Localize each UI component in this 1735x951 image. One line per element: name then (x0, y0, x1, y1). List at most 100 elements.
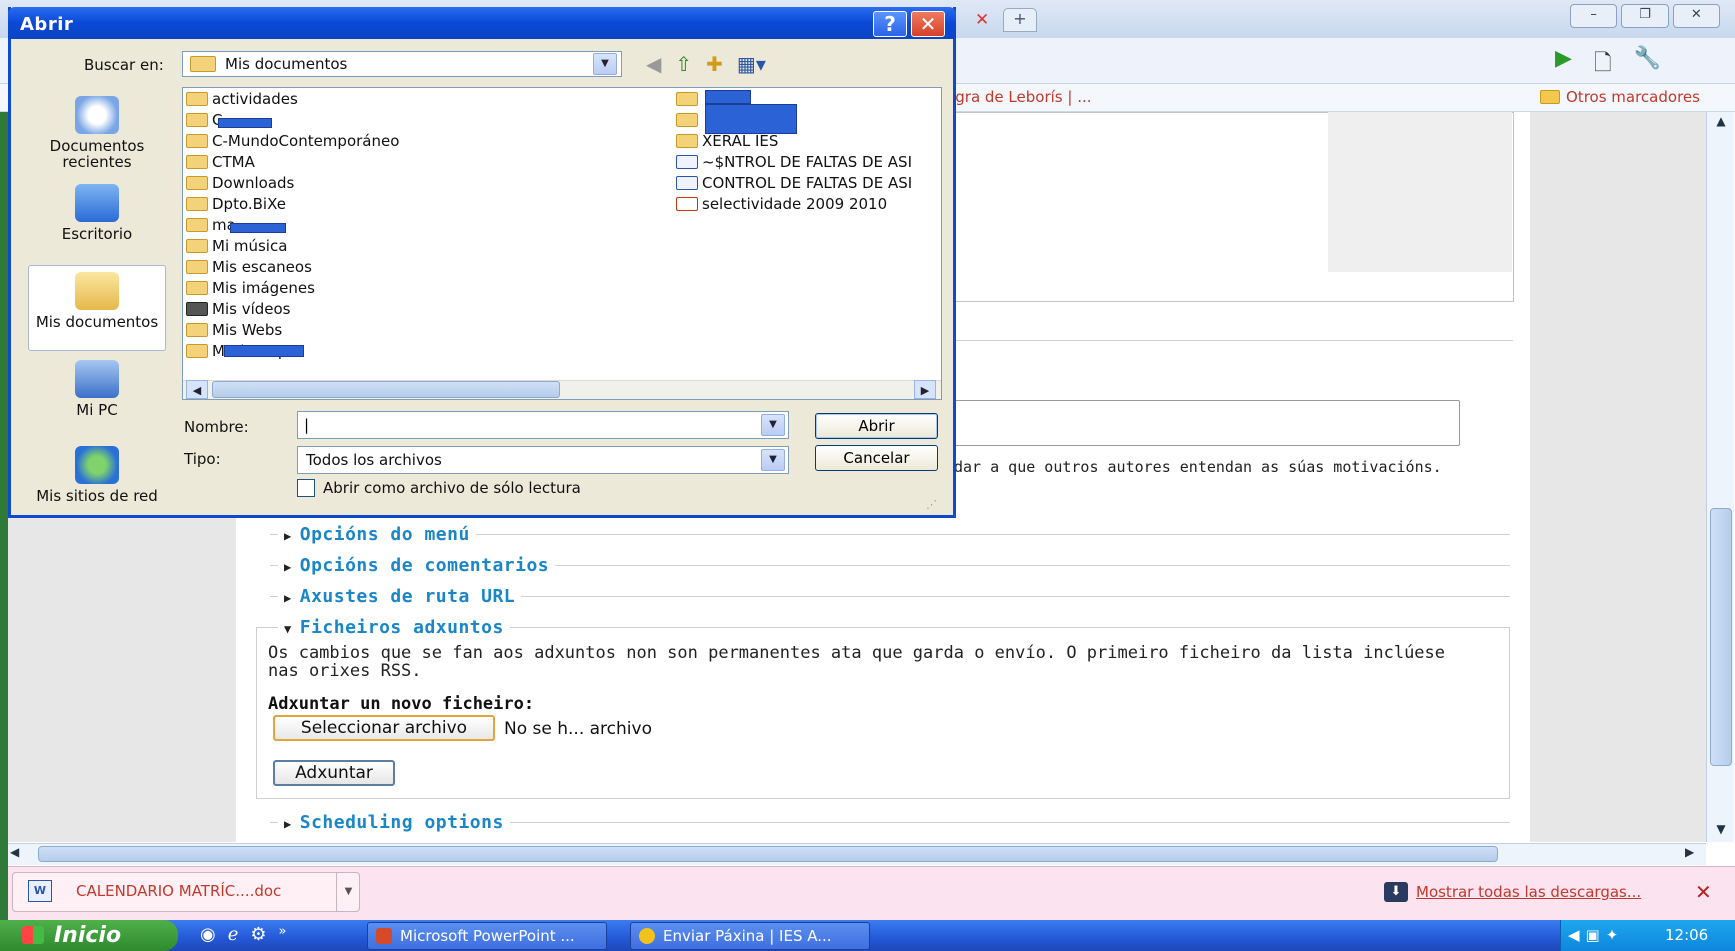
network-icon[interactable]: ▣ (1586, 926, 1600, 944)
network-places-icon (75, 446, 119, 484)
fieldset-url-settings[interactable]: ▶ Axustes de ruta URL (256, 586, 1510, 607)
restore-icon[interactable]: ❐ (1621, 4, 1669, 28)
attach-button[interactable]: Adxuntar (273, 760, 395, 786)
tray-icons: ◀ ▣ ✦ (1568, 926, 1618, 944)
clock[interactable]: 12:06 (1665, 920, 1708, 951)
scroll-left-icon[interactable]: ◀ (10, 845, 19, 859)
scroll-down-icon[interactable]: ▼ (1710, 822, 1732, 842)
resize-grip-icon[interactable]: ⋰ (926, 498, 937, 511)
file-item[interactable] (674, 110, 702, 130)
fieldset-files-legend[interactable]: ▼ Ficheiros adxuntos (256, 617, 1510, 638)
file-item[interactable] (674, 89, 702, 109)
page-icon[interactable]: 🗋 (1594, 46, 1612, 84)
file-item[interactable]: ~$NTROL DE FALTAS DE ASI (674, 152, 912, 172)
folder-icon (676, 134, 698, 148)
chrome-icon[interactable]: ◉ (200, 924, 216, 945)
file-item[interactable]: Mis escaneos (184, 257, 312, 277)
file-item[interactable]: Mis imágenes (184, 278, 315, 298)
new-folder-icon[interactable]: ✚ (706, 52, 723, 76)
section-title: Ficheiros adxuntos (299, 617, 504, 638)
horizontal-scroll-thumb[interactable] (38, 846, 1498, 862)
file-item[interactable]: CONTROL DE FALTAS DE ASI (674, 173, 912, 193)
place-label: Documentos recientes (49, 137, 145, 171)
file-item[interactable]: XERAL IES (674, 131, 778, 151)
file-name: actividades (212, 90, 298, 108)
more-chevron-icon[interactable]: » (279, 924, 287, 945)
play-icon[interactable]: ▶ (1555, 46, 1572, 84)
start-button[interactable]: Inicio (0, 920, 178, 951)
file-item[interactable]: CTMA (184, 152, 255, 172)
filename-input[interactable]: | (297, 411, 789, 439)
close-icon[interactable]: ✕ (1672, 4, 1720, 28)
fieldset-comment-options[interactable]: ▶ Opcións de comentarios (256, 555, 1510, 576)
scroll-left-icon[interactable]: ◀ (186, 380, 208, 399)
task-powerpoint[interactable]: Microsoft PowerPoint ... (367, 922, 607, 950)
file-item[interactable]: Mis Webs (184, 320, 282, 340)
file-item[interactable]: Mi música (184, 236, 287, 256)
bookmark-item[interactable]: Agra de Leborís | ... (945, 88, 1092, 106)
fieldset-menu-options[interactable]: ▶ Opcións do menú (256, 524, 1510, 545)
download-menu-chevron-icon[interactable]: ▼ (336, 872, 360, 912)
dialog-title-bar[interactable] (8, 7, 956, 39)
chevron-down-icon[interactable]: ▼ (761, 449, 785, 471)
file-item[interactable]: selectividade 2009 2010 (674, 194, 887, 214)
file-item[interactable]: ma (184, 215, 236, 235)
place-my-documents[interactable]: Mis documentos (26, 272, 168, 330)
back-icon[interactable]: ◀ (646, 52, 661, 76)
fieldset-scheduling-options[interactable]: ▶ Scheduling options (256, 812, 1510, 833)
place-desktop[interactable]: Escritorio (26, 184, 168, 242)
start-label: Inicio (54, 923, 122, 948)
tray-expand-icon[interactable]: ◀ (1568, 926, 1580, 944)
show-all-downloads-link[interactable]: Mostrar todas las descargas... (1416, 883, 1641, 901)
folder-icon (186, 113, 208, 127)
download-filename[interactable]: CALENDARIO MATRÍC....doc (76, 882, 281, 900)
place-recent[interactable]: Documentos recientes (26, 96, 168, 170)
file-item[interactable]: C (184, 110, 222, 130)
vertical-scroll-thumb[interactable] (1710, 508, 1732, 766)
up-folder-icon[interactable]: ⇧ (675, 52, 692, 76)
file-name: C-MundoContemporáneo (212, 132, 400, 150)
look-in-select[interactable]: Mis documentos (182, 51, 622, 77)
task-browser[interactable]: Enviar Páxina | IES A... (630, 922, 870, 950)
help-icon[interactable]: ? (873, 11, 907, 37)
file-list-scroll-thumb[interactable] (212, 381, 560, 398)
dialog-title: Abrir (20, 14, 74, 35)
settings-icon[interactable]: ⚙ (250, 924, 266, 945)
windows-flag-icon (22, 926, 44, 944)
place-my-pc[interactable]: Mi PC (26, 360, 168, 418)
minimize-icon[interactable]: – (1570, 4, 1618, 28)
close-downloads-icon[interactable]: ✕ (1695, 880, 1712, 904)
tab-close-icon[interactable]: ✕ (975, 10, 989, 30)
other-bookmarks[interactable]: Otros marcadores (1540, 88, 1700, 106)
chevron-down-icon[interactable]: ▼ (593, 53, 617, 75)
scroll-right-icon[interactable]: ▶ (914, 380, 936, 399)
file-item[interactable]: Downloads (184, 173, 294, 193)
view-menu-icon[interactable]: ▦▾ (737, 52, 766, 76)
place-network[interactable]: Mis sitios de red (26, 446, 168, 504)
place-label: Mis documentos (35, 313, 159, 331)
ie-icon[interactable]: ℯ (228, 924, 239, 945)
expanded-arrow-icon: ▼ (284, 622, 292, 636)
scroll-up-icon[interactable]: ▲ (1710, 114, 1732, 134)
scroll-right-icon[interactable]: ▶ (1685, 845, 1694, 859)
chevron-down-icon[interactable]: ▼ (761, 414, 785, 436)
log-message-input[interactable] (948, 400, 1460, 446)
file-item[interactable]: C-MundoContemporáneo (184, 131, 399, 151)
filetype-select[interactable]: Todos los archivos (297, 446, 789, 474)
security-icon[interactable]: ✦ (1606, 926, 1619, 944)
section-title: Axustes de ruta URL (299, 586, 516, 607)
open-button[interactable]: Abrir (815, 413, 938, 439)
file-item[interactable]: Dpto.BiXe (184, 194, 286, 214)
file-item[interactable]: Mis vídeos (184, 299, 290, 319)
file-name: Dpto.BiXe (212, 195, 286, 213)
select-file-button[interactable]: Seleccionar archivo (273, 715, 495, 741)
new-tab-button[interactable]: + (1003, 8, 1037, 32)
redaction (218, 118, 272, 128)
other-bookmarks-label: Otros marcadores (1566, 88, 1700, 106)
readonly-checkbox[interactable] (297, 479, 315, 497)
wrench-icon[interactable]: 🔧 (1634, 46, 1661, 84)
dialog-close-icon[interactable]: ✕ (911, 11, 945, 37)
folder-icon (1540, 90, 1560, 104)
cancel-button[interactable]: Cancelar (815, 445, 938, 471)
file-item[interactable]: actividades (184, 89, 298, 109)
